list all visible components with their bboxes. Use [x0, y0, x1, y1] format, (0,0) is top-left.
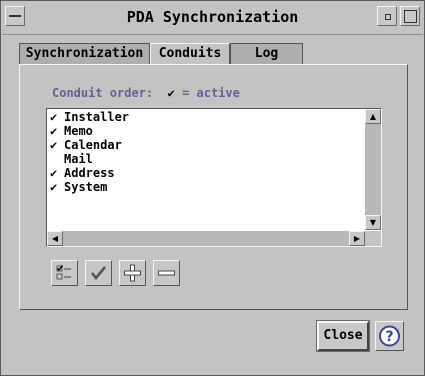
minimize-icon[interactable] — [377, 6, 397, 26]
list-item-label: Installer — [64, 110, 130, 124]
svg-text:?: ? — [385, 329, 393, 345]
check-icon: ✔ — [50, 166, 58, 180]
check-legend-icon: ✔ — [167, 86, 175, 100]
check-icon: ✔ — [50, 180, 58, 194]
check-icon: ✔ — [50, 124, 58, 138]
list-item[interactable]: ✔ Address — [48, 166, 364, 180]
list-item-label: Address — [64, 166, 115, 180]
title-bar[interactable]: PDA Synchronization — [2, 2, 423, 35]
tab-log[interactable]: Log — [230, 43, 303, 64]
close-button[interactable]: Close — [316, 320, 370, 352]
help-button[interactable]: ? — [375, 321, 404, 351]
scroll-down-icon[interactable]: ▼ — [365, 215, 381, 230]
order-label-text: Conduit order: — [52, 86, 154, 100]
conduit-list-items: ✔ Installer ✔ Memo ✔ Calendar Mail ✔ Address… — [48, 110, 364, 230]
remove-minus-icon[interactable] — [153, 260, 180, 286]
select-all-icon[interactable] — [51, 260, 78, 286]
list-item[interactable]: ✔ Installer — [48, 110, 364, 124]
horizontal-scrollbar[interactable]: ◀ ▶ — [47, 231, 365, 246]
vertical-scrollbar[interactable]: ▲ ▼ — [365, 109, 381, 230]
list-item-label: Mail — [64, 152, 93, 166]
dialog-window: PDA Synchronization Synchronization Cond… — [0, 0, 425, 376]
list-item[interactable]: ✔ Memo — [48, 124, 364, 138]
add-plus-icon[interactable] — [119, 260, 146, 286]
window-title: PDA Synchronization — [126, 8, 299, 26]
conduit-list[interactable]: ✔ Installer ✔ Memo ✔ Calendar Mail ✔ Address… — [46, 108, 382, 247]
maximize-icon[interactable] — [400, 6, 420, 26]
activate-check-icon[interactable] — [85, 260, 112, 286]
conduits-panel: Conduit order: ✔ = active ✔ Installer ✔ Me… — [19, 64, 408, 310]
list-item[interactable]: ✔ System — [48, 180, 364, 194]
check-icon: ✔ — [50, 110, 58, 124]
scroll-up-icon[interactable]: ▲ — [365, 109, 381, 124]
scroll-left-icon[interactable]: ◀ — [47, 231, 63, 246]
list-item[interactable]: ✔ Calendar — [48, 138, 364, 152]
tab-synchronization[interactable]: Synchronization — [19, 43, 150, 64]
tab-conduits[interactable]: Conduits — [150, 43, 230, 66]
scrollbar-corner — [365, 231, 381, 246]
help-question-icon: ? — [379, 325, 400, 347]
legend-text: = active — [182, 86, 240, 100]
list-item-label: System — [64, 180, 108, 194]
check-icon: ✔ — [50, 138, 58, 152]
list-item-label: Calendar — [64, 138, 122, 152]
scroll-right-icon[interactable]: ▶ — [349, 231, 365, 246]
conduit-order-label: Conduit order: ✔ = active — [52, 86, 240, 100]
list-item-label: Memo — [64, 124, 93, 138]
list-item[interactable]: Mail — [48, 152, 364, 166]
